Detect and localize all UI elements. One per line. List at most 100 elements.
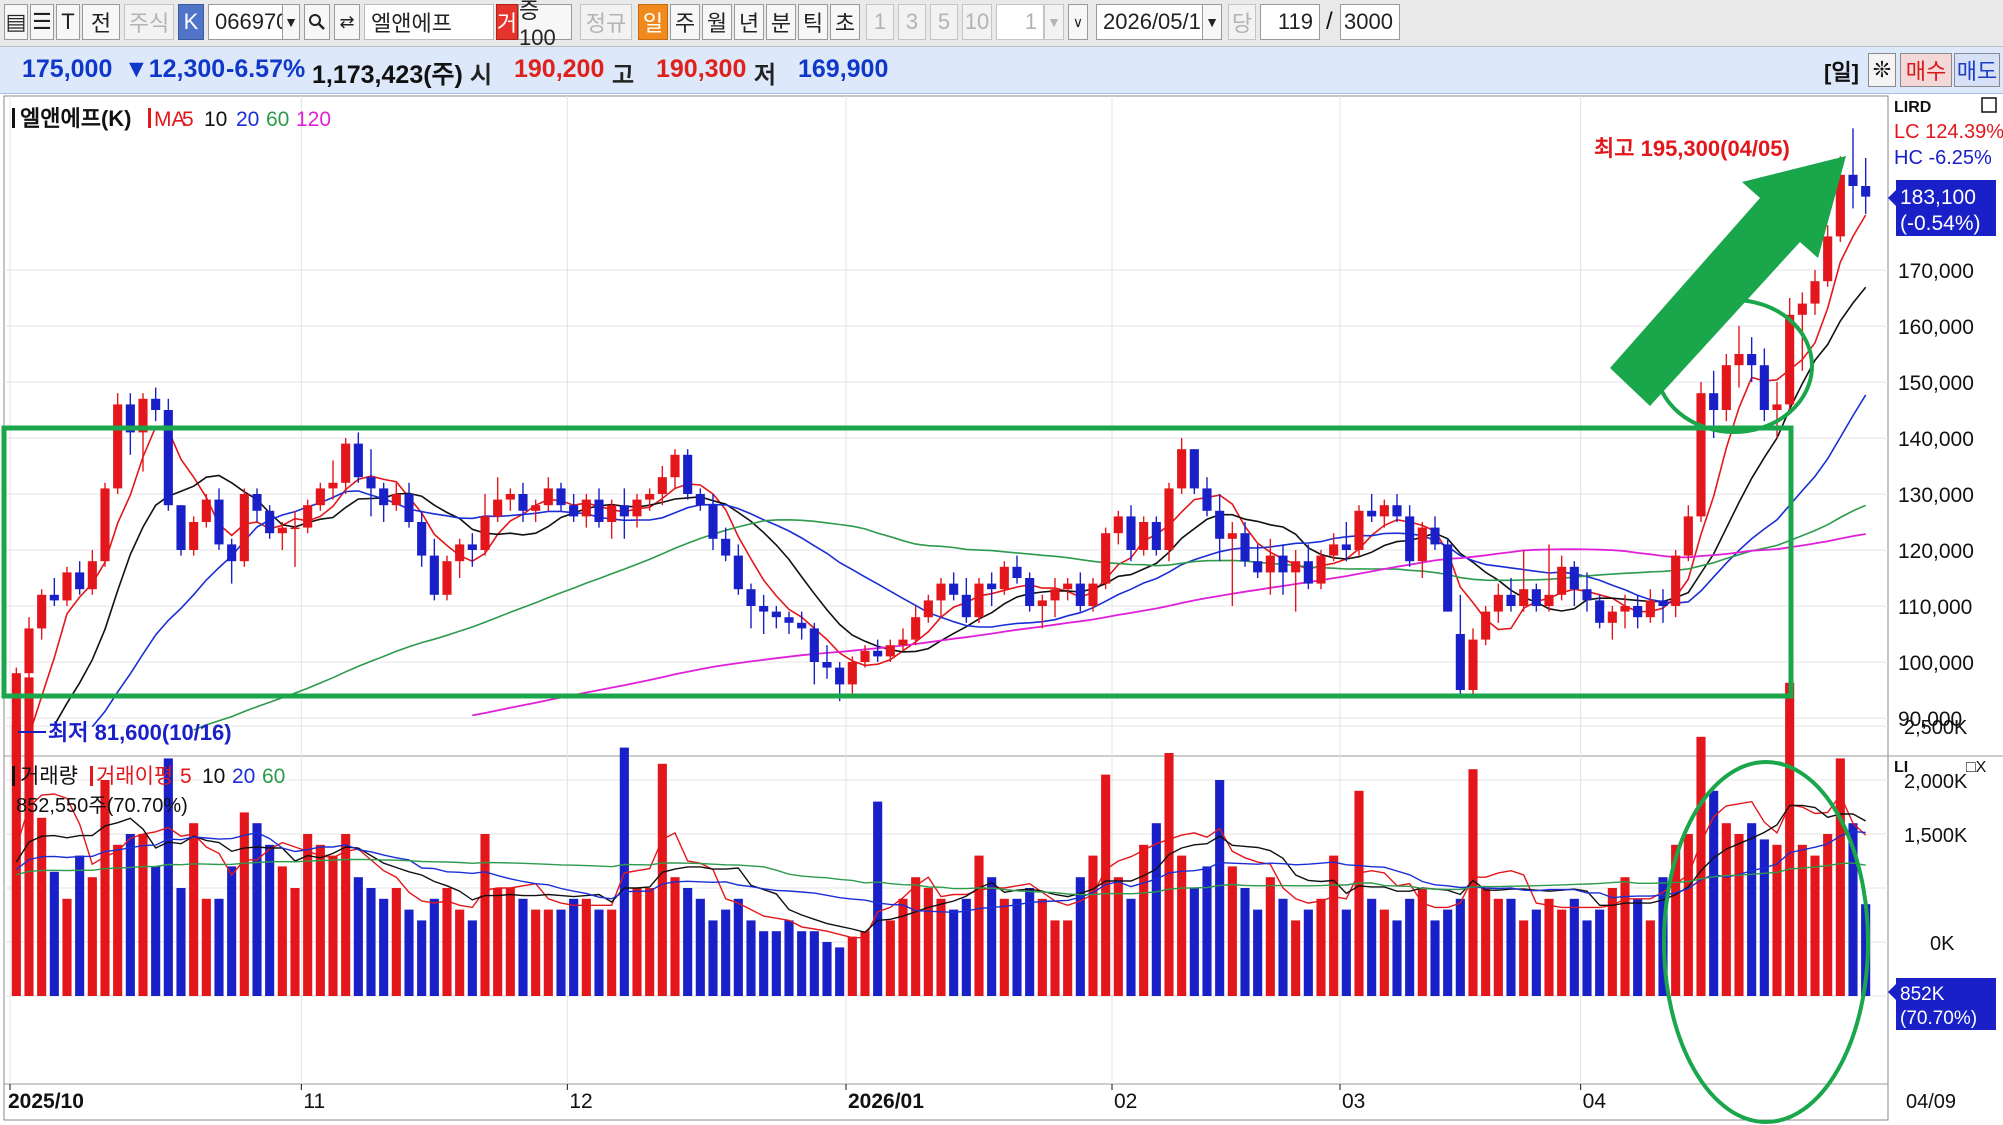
vol-ma-legend-marker: [90, 766, 93, 786]
k-button[interactable]: K: [178, 4, 204, 40]
period-week-button[interactable]: 주: [670, 4, 700, 40]
volume-bar: [151, 866, 161, 996]
swap-icon[interactable]: ⇄: [334, 4, 360, 40]
interval-5-button[interactable]: 5: [930, 4, 958, 40]
date-dropdown-icon[interactable]: ▼: [1202, 4, 1222, 40]
period-second-button[interactable]: 초: [830, 4, 860, 40]
ma120-legend: 120: [296, 108, 331, 131]
volume-bar: [1316, 898, 1326, 996]
interval-input[interactable]: 1: [996, 4, 1044, 40]
candle-up: [1379, 505, 1389, 517]
candle-down: [961, 594, 971, 618]
volume-bar: [1329, 855, 1339, 996]
button-t[interactable]: T: [56, 4, 80, 40]
volume-bar: [531, 909, 541, 996]
search-icon[interactable]: [304, 4, 330, 40]
layout-icon[interactable]: ▤: [4, 4, 28, 40]
candle-down: [1253, 561, 1263, 573]
period-day-button[interactable]: 일: [638, 4, 668, 40]
interval-dropdown-icon[interactable]: ▼: [1044, 4, 1064, 40]
volume-bar: [214, 898, 224, 996]
candle-down: [619, 505, 629, 517]
candle-up: [201, 499, 211, 522]
volume-bar: [1696, 736, 1706, 996]
candle-up: [328, 482, 338, 489]
volume-bar: [328, 855, 338, 996]
vol-ma5-legend: 5: [180, 765, 192, 788]
candle-down: [518, 494, 528, 511]
code-dropdown-icon[interactable]: ▼: [282, 4, 300, 40]
stock-chart: 엘앤에프(K) MA 5 10 20 60 120 LIRD LC 124.39…: [1, 95, 2003, 1124]
period-year-button[interactable]: 년: [734, 4, 764, 40]
volume-bar: [518, 898, 528, 996]
period-minute-button[interactable]: 분: [766, 4, 796, 40]
volume-bar: [1430, 920, 1440, 996]
vol-panel-icons[interactable]: □X: [1966, 759, 1987, 776]
candle-down: [1012, 566, 1022, 578]
interval-10-button[interactable]: 10: [962, 4, 992, 40]
buy-button[interactable]: 매수: [1900, 53, 1952, 87]
price-tick-label: 170,000: [1898, 260, 1974, 283]
interval-3-button[interactable]: 3: [898, 4, 926, 40]
volume-bar: [1025, 888, 1035, 996]
legend-marker: [12, 108, 15, 128]
volume-bar: [1443, 909, 1453, 996]
candle-up: [1544, 594, 1554, 606]
candle-down: [1240, 533, 1250, 562]
candle-up: [1354, 510, 1364, 550]
settings-gear-icon[interactable]: ❊: [1868, 53, 1896, 87]
list-icon[interactable]: ☰: [30, 4, 54, 40]
button-jeon[interactable]: 전: [82, 4, 120, 40]
period-indicator[interactable]: [일]: [1824, 55, 1859, 87]
volume-bar: [75, 855, 85, 996]
count-input[interactable]: 119: [1260, 4, 1320, 40]
x-tick-label: 11: [303, 1090, 325, 1113]
volume-bar: [315, 844, 325, 996]
volume-bar: [1240, 888, 1250, 996]
ma-legend-marker: [148, 108, 151, 128]
price-tick-label: 120,000: [1898, 540, 1974, 563]
volume-bar: [24, 677, 34, 996]
candle-down: [1341, 544, 1351, 550]
candle-up: [898, 639, 908, 646]
vol-ma10-legend: 10: [202, 765, 225, 788]
candle-down: [1392, 505, 1402, 517]
total-input[interactable]: 3000: [1340, 4, 1400, 40]
volume-bar: [1569, 898, 1579, 996]
volume-bar: [645, 888, 655, 996]
candle-up: [1417, 527, 1427, 562]
volume-bar: [125, 834, 135, 996]
candle-up: [581, 499, 591, 517]
candle-down: [797, 622, 807, 629]
candle-up: [1481, 611, 1491, 640]
count-separator: /: [1326, 8, 1333, 35]
candle-up: [303, 505, 313, 528]
vol-ma-label: 거래이평: [96, 765, 173, 788]
maximize-icon[interactable]: [1981, 97, 1997, 113]
volume-bar: [49, 871, 59, 996]
interval-1-button[interactable]: 1: [866, 4, 894, 40]
candle-down: [1506, 594, 1516, 606]
volume-bar: [1303, 909, 1313, 996]
hc-value: HC -6.25%: [1894, 147, 1992, 169]
candle-up: [113, 404, 123, 489]
candle-down: [835, 667, 845, 685]
jeonggyu-button[interactable]: 정규: [580, 4, 632, 40]
x-tick-label: 04: [1583, 1090, 1607, 1113]
market-button[interactable]: 주식: [124, 4, 174, 40]
candle-down: [873, 650, 883, 657]
chevron-down-icon[interactable]: ∨: [1068, 4, 1088, 40]
volume-bar: [569, 898, 579, 996]
sell-button[interactable]: 매도: [1954, 53, 2000, 87]
candle-down: [733, 555, 743, 590]
period-tick-button[interactable]: 틱: [798, 4, 828, 40]
volume-bar: [252, 823, 262, 996]
candle-up: [341, 443, 351, 483]
volume-bar: [746, 920, 756, 996]
dang-button[interactable]: 당: [1228, 4, 1256, 40]
period-month-button[interactable]: 월: [702, 4, 732, 40]
volume-bar: [1012, 898, 1022, 996]
volume-bar: [1481, 888, 1491, 996]
candle-down: [163, 410, 173, 506]
volume-value: 852,550주(70.70%): [16, 795, 188, 817]
